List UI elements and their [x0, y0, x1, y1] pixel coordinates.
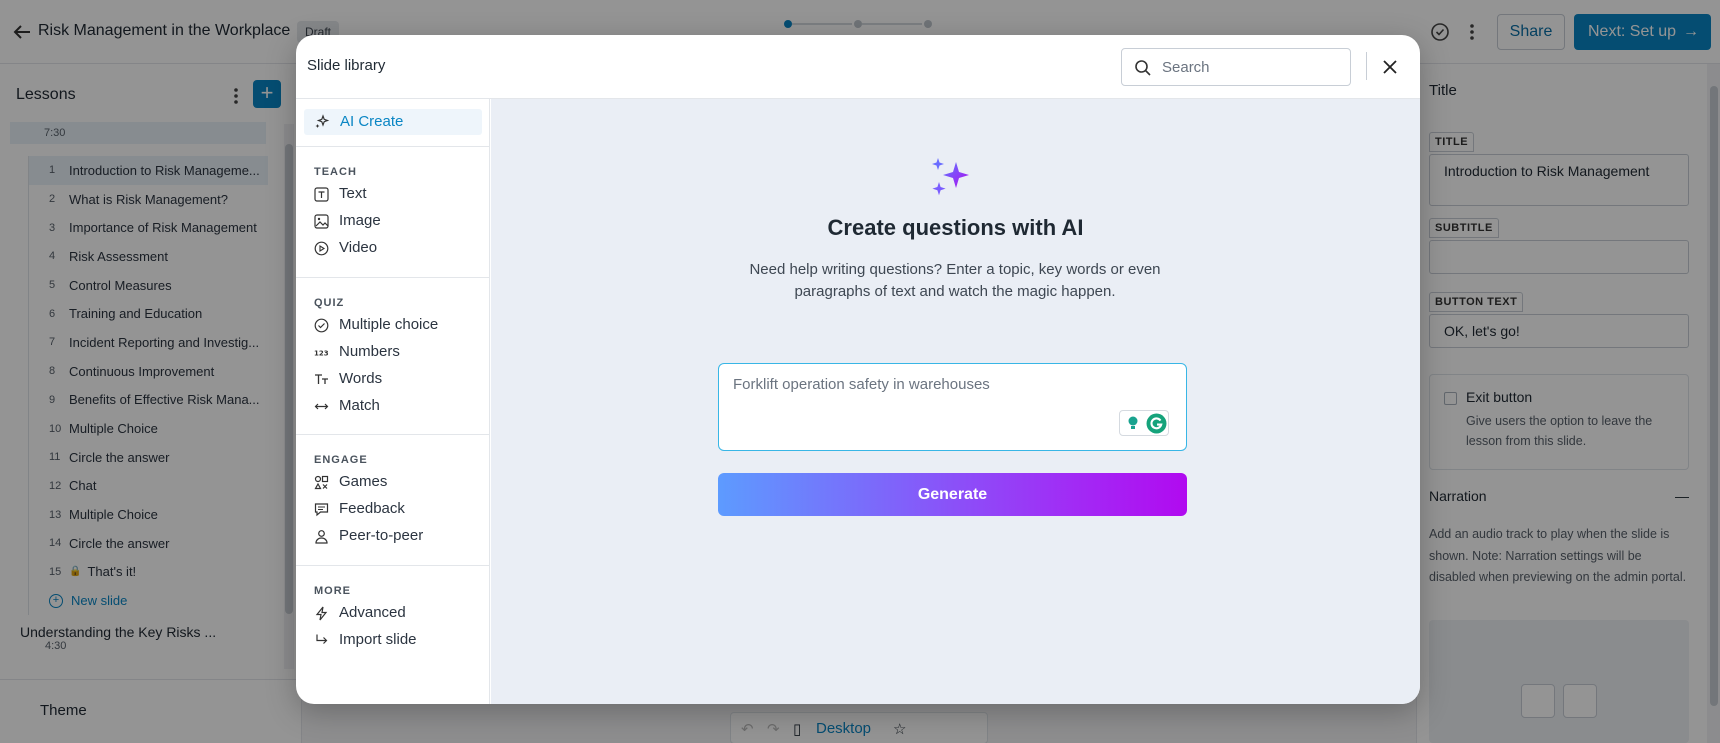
ai-description: Need help writing questions? Enter a top…: [749, 261, 1161, 300]
arrows-horizontal-icon: [314, 403, 329, 410]
menu-item-numbers[interactable]: 123 Numbers: [314, 341, 400, 363]
search-icon: [1135, 60, 1151, 76]
menu-item-import-slide[interactable]: Import slide: [314, 629, 417, 651]
sparkle-icon: [315, 114, 330, 128]
header-divider: [1366, 52, 1367, 80]
menu-item-match[interactable]: Match: [314, 395, 380, 417]
slide-type-menu: AI Create TEACH Text Image Video QUIZ Mu…: [296, 99, 490, 704]
search-input[interactable]: [1162, 57, 1342, 77]
menu-item-peer-to-peer[interactable]: Peer-to-peer: [314, 525, 423, 547]
shapes-icon: [314, 475, 329, 490]
menu-item-image[interactable]: Image: [314, 210, 381, 232]
topic-input-box: [718, 363, 1187, 451]
play-circle-icon: [314, 241, 329, 256]
image-icon: [314, 214, 329, 229]
modal-title: Slide library: [307, 57, 386, 74]
menu-item-advanced[interactable]: Advanced: [314, 602, 406, 624]
check-circle-icon: [314, 318, 329, 333]
svg-text:123: 123: [314, 350, 329, 358]
section-title-engage: ENGAGE: [314, 454, 368, 466]
lightning-icon: [315, 606, 328, 621]
menu-item-words[interactable]: Words: [314, 368, 382, 390]
search-box: [1121, 48, 1351, 86]
slide-library-modal: Slide library AI Create TEACH Text Image…: [296, 35, 1420, 704]
users-icon: [315, 530, 328, 544]
menu-item-feedback[interactable]: Feedback: [314, 498, 405, 520]
menu-item-games[interactable]: Games: [314, 471, 387, 493]
section-title-more: MORE: [314, 585, 351, 597]
text-box-icon: [314, 187, 329, 202]
ai-create-label: AI Create: [340, 113, 404, 130]
chat-bubble-icon: [314, 503, 329, 517]
close-icon[interactable]: [1378, 55, 1402, 79]
text-size-icon: [315, 374, 328, 384]
ai-create-item[interactable]: AI Create: [304, 109, 482, 135]
topic-input[interactable]: [733, 376, 1113, 416]
import-arrow-icon: [316, 634, 328, 644]
generate-button[interactable]: Generate: [718, 473, 1187, 516]
modal-header: Slide library: [296, 35, 1420, 99]
numbers-icon: 123: [314, 350, 329, 358]
ai-heading: Create questions with AI: [827, 215, 1084, 240]
grammar-extension-widget[interactable]: [1119, 410, 1169, 436]
menu-item-text[interactable]: Text: [314, 183, 367, 205]
lightbulb-icon[interactable]: [1125, 415, 1141, 431]
ai-sparkles-icon: [932, 158, 969, 196]
grammarly-icon[interactable]: [1146, 413, 1167, 434]
ai-create-panel: Create questions with AI Need help writi…: [491, 99, 1420, 704]
section-title-teach: TEACH: [314, 166, 357, 178]
section-title-quiz: QUIZ: [314, 297, 345, 309]
menu-item-multiple-choice[interactable]: Multiple choice: [314, 314, 438, 336]
menu-item-video[interactable]: Video: [314, 237, 377, 259]
